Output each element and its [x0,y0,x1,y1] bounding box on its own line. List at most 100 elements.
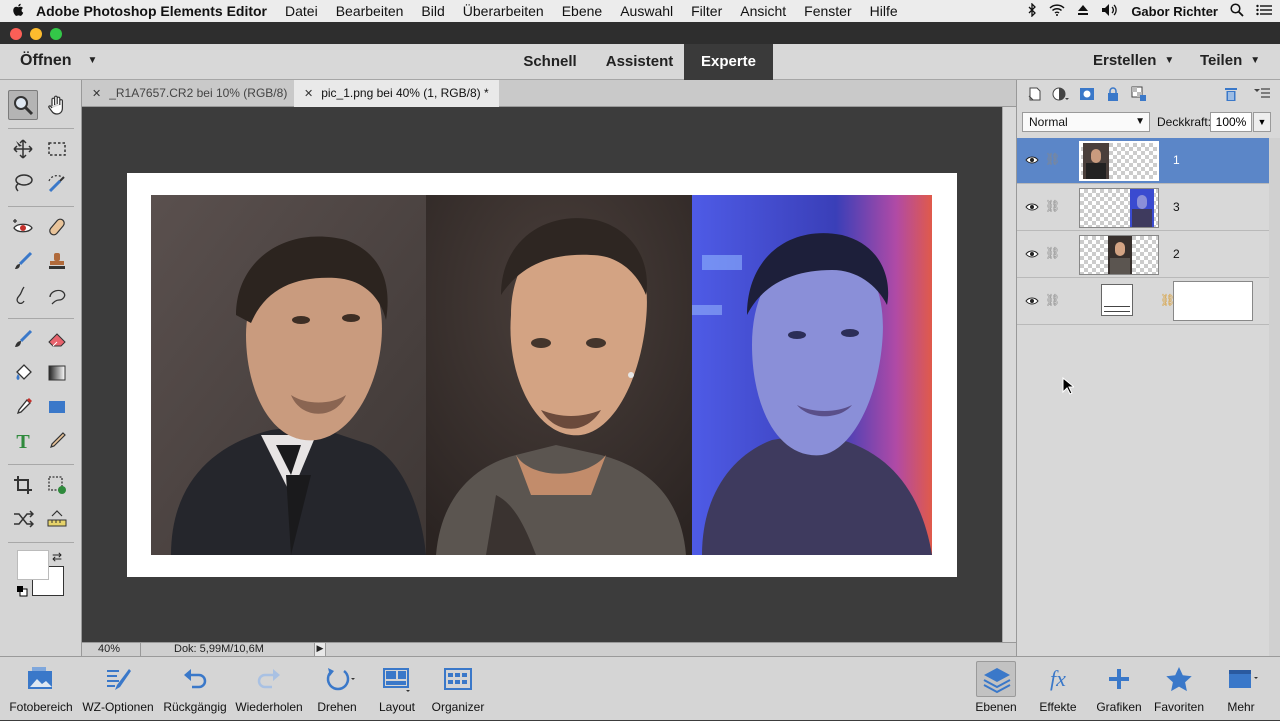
create-button[interactable]: Erstellen ▼ [1093,52,1174,69]
blend-mode-select[interactable]: Normal ▼ [1022,112,1150,132]
tool-divider [8,206,74,207]
link-icon[interactable]: ⛓ [1045,152,1060,166]
foreground-color-swatch[interactable] [17,550,49,580]
brush-tool-icon[interactable] [8,324,38,354]
tab-assistent[interactable]: Assistent [595,44,684,80]
visibility-eye-icon[interactable] [1025,153,1039,167]
straighten-tool-icon[interactable] [42,504,72,534]
visibility-eye-icon[interactable] [1025,200,1039,214]
layer-row[interactable]: ⛓ 3 [1017,185,1269,231]
close-window-button[interactable] [10,28,22,40]
document-tab[interactable]: ✕ _R1A7657.CR2 bei 10% (RGB/8) [82,80,293,107]
shape-tool-icon[interactable] [42,392,72,422]
zoom-window-button[interactable] [50,28,62,40]
app-name[interactable]: Adobe Photoshop Elements Editor [36,3,267,19]
bluetooth-icon[interactable] [1027,1,1037,20]
link-icon[interactable]: ⛓ [1045,199,1060,213]
menu-item-ueberarbeiten[interactable]: Überarbeiten [463,3,544,19]
wifi-icon[interactable] [1049,3,1065,19]
notification-center-icon[interactable] [1256,4,1272,19]
eject-icon[interactable] [1077,4,1089,19]
menu-item-hilfe[interactable]: Hilfe [870,3,898,19]
layer-row[interactable]: ⛓ 2 [1017,232,1269,278]
menu-item-fenster[interactable]: Fenster [804,3,851,19]
crop-tool-icon[interactable] [8,470,38,500]
opacity-dropdown-icon[interactable]: ▼ [1253,112,1271,132]
pencil-tool-icon[interactable] [42,426,72,456]
tab-experte[interactable]: Experte [684,44,773,80]
visibility-eye-icon[interactable] [1025,247,1039,261]
open-button[interactable]: Öffnen ▼ [20,52,97,70]
photo-bin-button[interactable]: Fotobereich [4,657,78,721]
graphics-button[interactable]: Grafiken [1090,657,1148,721]
trash-icon[interactable] [1223,86,1239,102]
share-button[interactable]: Teilen ▼ [1200,52,1260,69]
sponge-tool-icon[interactable] [42,280,72,310]
blur-tool-icon[interactable] [8,280,38,310]
close-tab-icon[interactable]: ✕ [92,88,101,100]
redo-button[interactable]: Wiederholen [232,657,306,721]
effects-button[interactable]: fx Effekte [1030,657,1086,721]
eyedropper-tool-icon[interactable] [8,392,38,422]
rotate-button[interactable]: Drehen [308,657,366,721]
link-icon[interactable]: ⛓ [1045,246,1060,260]
lasso-tool-icon[interactable] [8,168,38,198]
layer-row[interactable]: ⛓ 1 [1017,138,1269,184]
undo-button[interactable]: Rückgängig [160,657,230,721]
close-tab-icon[interactable]: ✕ [304,88,313,100]
visibility-eye-icon[interactable] [1025,294,1039,308]
menu-item-bearbeiten[interactable]: Bearbeiten [336,3,404,19]
healing-brush-tool-icon[interactable] [42,212,72,242]
zoom-level[interactable]: 40% [98,643,120,655]
red-eye-tool-icon[interactable] [8,212,38,242]
marquee-tool-icon[interactable] [42,134,72,164]
vertical-scrollbar[interactable] [1002,107,1016,642]
clone-stamp-tool-icon[interactable] [42,246,72,276]
status-menu-arrow-icon[interactable]: ▶ [314,643,326,657]
layers-scrollbar[interactable] [1269,138,1280,656]
lock-transparency-icon[interactable] [1131,86,1147,102]
new-layer-icon[interactable] [1027,86,1043,102]
more-panel-icon [1226,665,1258,693]
menu-item-filter[interactable]: Filter [691,3,722,19]
eraser-tool-icon[interactable] [42,324,72,354]
menu-item-ebene[interactable]: Ebene [562,3,602,19]
zoom-tool-icon[interactable] [8,90,38,120]
hand-tool-icon[interactable] [42,90,72,120]
apple-icon[interactable] [0,3,36,20]
lock-all-icon[interactable] [1105,86,1121,102]
smart-brush-tool-icon[interactable] [8,246,38,276]
opacity-input[interactable]: 100% [1210,112,1252,132]
menu-item-datei[interactable]: Datei [285,3,318,19]
menu-item-ansicht[interactable]: Ansicht [740,3,786,19]
minimize-window-button[interactable] [30,28,42,40]
menu-item-bild[interactable]: Bild [421,3,444,19]
favorites-button[interactable]: Favoriten [1150,657,1208,721]
organizer-button[interactable]: Organizer [428,657,488,721]
layout-button[interactable]: Layout [370,657,424,721]
layer-row[interactable]: ⛓ ⛓ [1017,279,1269,325]
quick-selection-tool-icon[interactable] [42,168,72,198]
recompose-tool-icon[interactable] [42,470,72,500]
menu-item-auswahl[interactable]: Auswahl [620,3,673,19]
spotlight-search-icon[interactable] [1230,2,1244,20]
swap-colors-icon[interactable]: ⇄ [52,550,62,564]
panel-menu-icon[interactable] [1253,86,1270,102]
layers-button[interactable]: Ebenen [966,657,1026,721]
content-aware-move-tool-icon[interactable] [8,504,38,534]
tool-options-button[interactable]: WZ-Optionen [78,657,158,721]
layer-mask-icon[interactable] [1079,86,1095,102]
gradient-tool-icon[interactable] [42,358,72,388]
document-tab-active[interactable]: ✕ pic_1.png bei 40% (1, RGB/8) * [294,80,499,107]
color-swatches[interactable]: ⇄ [14,550,70,600]
adjustment-layer-icon[interactable] [1051,86,1069,102]
paint-bucket-tool-icon[interactable] [8,358,38,388]
volume-icon[interactable] [1101,3,1119,20]
move-tool-icon[interactable] [8,134,38,164]
more-button[interactable]: Mehr [1212,657,1270,721]
user-name[interactable]: Gabor Richter [1131,4,1218,19]
type-tool-icon[interactable]: T [8,426,38,456]
default-colors-icon[interactable] [16,584,28,602]
tab-schnell[interactable]: Schnell [512,44,588,80]
link-icon[interactable]: ⛓ [1045,293,1060,307]
